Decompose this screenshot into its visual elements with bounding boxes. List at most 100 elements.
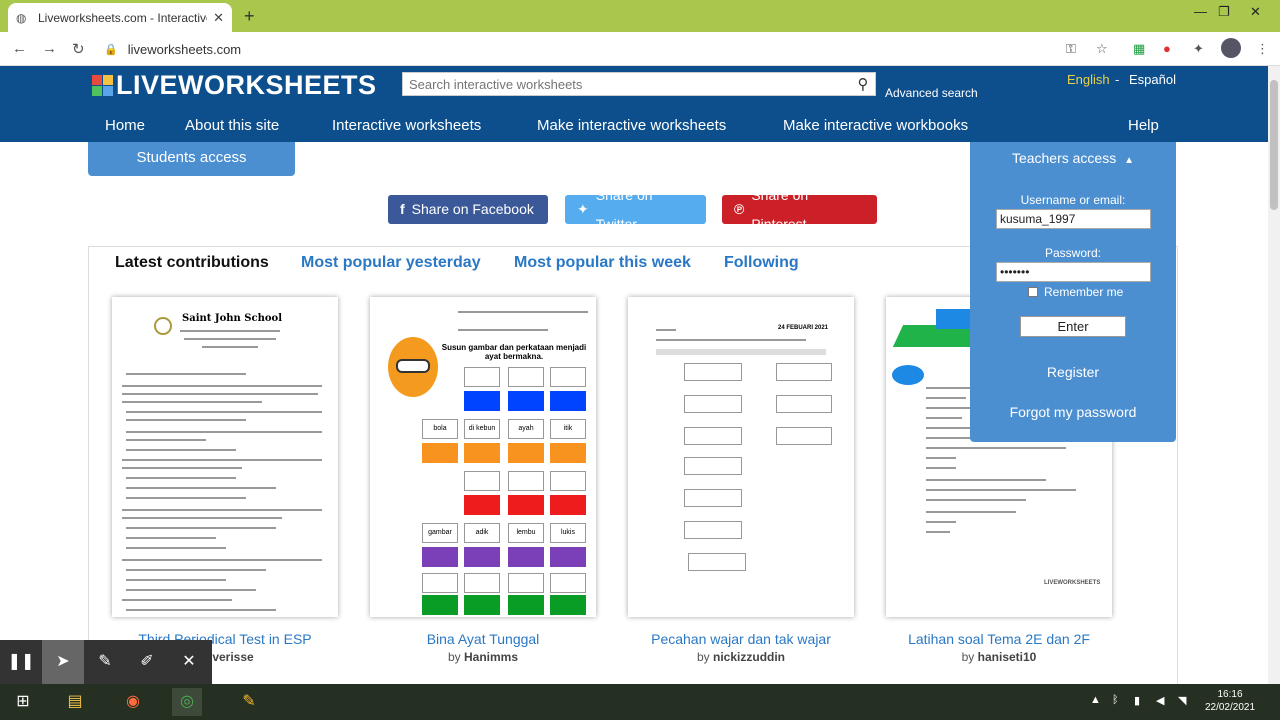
windows-start-icon[interactable]: ⊞ <box>8 688 38 716</box>
facebook-icon: f <box>400 201 405 217</box>
share-facebook-button[interactable]: f Share on Facebook <box>388 195 548 224</box>
star-icon[interactable]: ☆ <box>1096 41 1108 57</box>
minimize-icon[interactable]: — <box>1194 4 1207 19</box>
password-label: Password: <box>1044 246 1102 260</box>
logo-blocks-icon <box>92 75 113 96</box>
nav-make-worksheets[interactable]: Make interactive worksheets <box>537 117 726 134</box>
puzzle-icon[interactable]: ✦ <box>1193 41 1204 57</box>
search-icon[interactable]: ⚲ <box>851 75 875 93</box>
worksheet-thumbnail[interactable]: Saint John School <box>112 297 338 617</box>
worksheet-title-link[interactable]: Latihan soal Tema 2E dan 2F <box>854 631 1144 647</box>
remember-me-label: Remember me <box>1044 285 1124 299</box>
page-scrollbar[interactable] <box>1268 66 1280 684</box>
tab-popular-week[interactable]: Most popular this week <box>514 254 691 272</box>
search-box: ⚲ <box>402 72 876 96</box>
highlighter-icon[interactable]: ✐ <box>126 640 168 684</box>
share-facebook-label: Share on Facebook <box>411 201 534 217</box>
remember-me-checkbox[interactable]: Remember me <box>1028 285 1123 299</box>
new-tab-button[interactable]: + <box>244 6 255 27</box>
pause-icon[interactable]: ❚❚ <box>0 640 42 684</box>
site-logo[interactable]: LIVEWORKSHEETS <box>92 70 377 101</box>
lock-icon: 🔒 <box>104 43 118 56</box>
browser-tab[interactable]: ◍ Liveworksheets.com - Interactive ✕ <box>8 3 232 32</box>
worksheet-title-link[interactable]: Bina Ayat Tunggal <box>338 631 628 647</box>
password-field[interactable] <box>996 262 1151 282</box>
tab-title: Liveworksheets.com - Interactive <box>38 10 208 25</box>
lang-english-link[interactable]: English <box>1067 72 1110 87</box>
close-tab-icon[interactable]: ✕ <box>213 10 224 26</box>
restore-icon[interactable]: ❐ <box>1218 4 1230 20</box>
cloud-icon <box>892 365 924 385</box>
pinterest-icon: ℗ <box>734 201 745 217</box>
file-explorer-icon[interactable]: ▤ <box>60 688 90 716</box>
globe-icon: ◍ <box>16 10 27 25</box>
wifi-icon[interactable]: ◥ <box>1178 694 1186 707</box>
scroll-thumb[interactable] <box>1270 80 1278 210</box>
share-twitter-button[interactable]: ✦ Share on Twitter <box>565 187 706 232</box>
sheets-extension-icon[interactable]: ▦ <box>1133 41 1145 57</box>
key-icon[interactable]: ⚿ <box>1066 41 1076 57</box>
pointer-icon[interactable]: ➤ <box>42 640 84 684</box>
share-twitter-label: Share on Twitter <box>595 186 653 232</box>
reload-icon[interactable]: ↻ <box>72 40 85 58</box>
system-clock[interactable]: 16:16 22/02/2021 <box>1200 688 1260 714</box>
menu-dots-icon[interactable]: ⋮ <box>1256 41 1269 57</box>
close-icon[interactable]: ✕ <box>168 640 210 684</box>
worksheet-author: by nickizzuddin <box>696 650 786 664</box>
share-pinterest-label: Share on Pinterest <box>751 186 809 232</box>
nav-about[interactable]: About this site <box>185 117 279 134</box>
checkbox-icon <box>1028 287 1038 297</box>
pen-icon[interactable]: ✎ <box>84 640 126 684</box>
search-input[interactable] <box>403 73 851 95</box>
url-field[interactable]: 🔒 liveworksheets.com <box>104 37 1154 61</box>
avatar[interactable] <box>1221 38 1241 58</box>
lang-spanish-link[interactable]: Español <box>1129 72 1176 87</box>
school-seal-icon <box>154 317 172 335</box>
tab-latest-contributions[interactable]: Latest contributions <box>115 254 269 272</box>
thumb-school-name: Saint John School <box>182 313 283 324</box>
advanced-search-link[interactable]: Advanced search <box>885 86 978 100</box>
students-access-button[interactable]: Students access <box>88 142 295 176</box>
nav-make-workbooks[interactable]: Make interactive workbooks <box>783 117 968 134</box>
logo-text: LIVEWORKSHEETS <box>116 70 377 100</box>
thumb-watermark: LIVEWORKSHEETS <box>1044 580 1101 586</box>
close-window-icon[interactable]: ✕ <box>1250 4 1261 20</box>
tab-popular-yesterday[interactable]: Most popular yesterday <box>301 254 481 272</box>
register-link[interactable]: Register <box>970 364 1176 380</box>
tab-following[interactable]: Following <box>724 254 799 272</box>
twitter-icon: ✦ <box>577 201 589 217</box>
thumb-date: 24 FEBUARI 2021 <box>778 325 829 331</box>
worksheet-thumbnail[interactable]: 24 FEBUARI 2021 <box>628 297 854 617</box>
teachers-access-toggle[interactable]: Teachers access ▲ <box>970 150 1176 166</box>
enter-button[interactable]: Enter <box>1020 316 1126 337</box>
lang-separator: - <box>1115 72 1120 87</box>
url-text: liveworksheets.com <box>127 41 242 57</box>
annotation-toolbar: ❚❚ ➤ ✎ ✐ ✕ <box>0 640 212 684</box>
tray-up-icon[interactable]: ▲ <box>1090 694 1101 706</box>
worksheet-title-link[interactable]: Pecahan wajar dan tak wajar <box>596 631 886 647</box>
site-header: LIVEWORKSHEETS ⚲ Advanced search English… <box>0 66 1268 142</box>
nav-interactive-worksheets[interactable]: Interactive worksheets <box>332 117 481 134</box>
nav-home[interactable]: Home <box>105 117 145 134</box>
thumb-instruction: Susun gambar dan perkataan menjadi ayat … <box>441 343 587 361</box>
extension-icon[interactable]: ● <box>1163 41 1171 56</box>
username-field[interactable] <box>996 209 1151 229</box>
worksheet-author: by Hanimms <box>447 650 519 664</box>
pencil-app-icon[interactable]: ✎ <box>234 688 264 716</box>
volume-icon[interactable]: ◀ <box>1156 694 1164 707</box>
username-label: Username or email: <box>1020 193 1126 207</box>
back-icon[interactable]: ← <box>12 40 27 57</box>
caret-up-icon: ▲ <box>1124 155 1135 166</box>
bluetooth-icon[interactable]: ᛒ <box>1112 694 1119 706</box>
nav-help[interactable]: Help <box>1128 117 1159 134</box>
worksheet-thumbnail[interactable]: Susun gambar dan perkataan menjadi ayat … <box>370 297 596 617</box>
windows-taskbar: ⊞ ▤ ◉ ◎ ✎ ▲ ᛒ ▮ ◀ ◥ 16:16 22/02/2021 <box>0 684 1280 720</box>
forgot-password-link[interactable]: Forgot my password <box>970 404 1176 420</box>
chrome-icon[interactable]: ◎ <box>172 688 202 716</box>
share-pinterest-button[interactable]: ℗ Share on Pinterest <box>722 187 877 232</box>
battery-icon[interactable]: ▮ <box>1134 694 1140 707</box>
teachers-access-panel: Teachers access ▲ Username or email: Pas… <box>970 142 1176 442</box>
app-icon[interactable]: ◉ <box>118 688 148 716</box>
forward-icon[interactable]: → <box>42 40 57 57</box>
worksheet-author: by haniseti10 <box>961 650 1037 664</box>
